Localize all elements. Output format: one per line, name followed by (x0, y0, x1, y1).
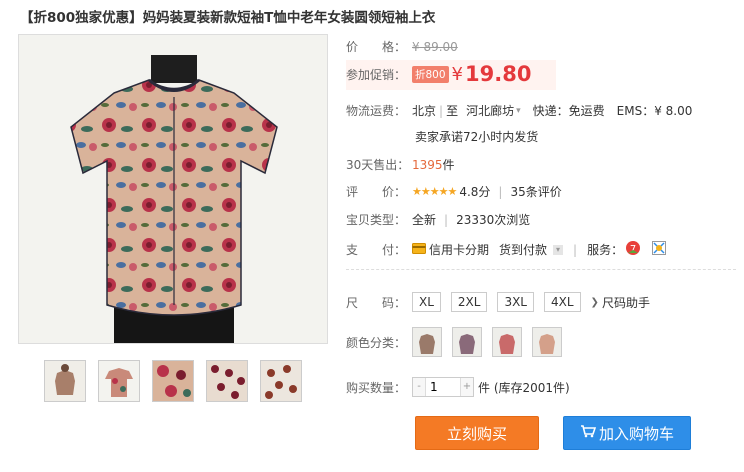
quantity-plus-button[interactable]: + (461, 378, 473, 396)
product-title: 【折800独家优惠】妈妈装夏装新款短袖T恤中老年女装圆领短袖上衣 (20, 6, 435, 26)
color-label: 颜色分类： (346, 335, 407, 350)
quantity-label: 购买数量： (346, 380, 407, 395)
size-helper-link[interactable]: 尺码助手 (602, 294, 650, 311)
thumbnail-4[interactable] (206, 360, 248, 402)
payment-row: 支 付： 信用卡分期 货到付款 ▾ | 服务： 7 (346, 240, 669, 259)
thumbnail-5[interactable] (260, 360, 302, 402)
promotion-label: 参加促销： (346, 67, 407, 82)
color-option-2[interactable] (452, 327, 482, 357)
price-row: 价 格： ¥ 89.00 (346, 38, 458, 55)
item-type-row: 宝贝类型： 全新 | 23330次浏览 (346, 212, 531, 228)
review-count[interactable]: 35条评价 (510, 183, 561, 200)
thumbnail-strip (44, 360, 302, 402)
sales-unit: 件 (442, 158, 455, 172)
quantity-minus-button[interactable]: - (413, 378, 425, 396)
promotion-currency: ¥ (451, 63, 463, 85)
shipping-to: 至 (446, 104, 459, 118)
shipping-destination[interactable]: 河北廊坊 (466, 102, 514, 119)
color-option-1[interactable] (412, 327, 442, 357)
promotion-price: 19.80 (465, 62, 532, 86)
title-promo-tag: 【折800独家优惠】 (20, 10, 143, 26)
shopping-cart-icon (580, 424, 597, 442)
add-to-cart-label: 加入购物车 (598, 424, 674, 443)
payment-label: 支 付： (346, 243, 407, 257)
size-label: 尺 码： (346, 295, 407, 310)
buy-now-button[interactable]: 立刻购买 (415, 416, 539, 450)
shipping-promise-row: 卖家承诺72小时内发货 (415, 128, 538, 145)
shipping-row: 物流运费： 北京 | 至 河北廊坊 ▾ 快递：免运费 EMS：¥ 8.00 (346, 102, 692, 119)
credit-installment[interactable]: 信用卡分期 (429, 241, 489, 258)
shipping-from: 北京 (412, 104, 437, 118)
sales-label: 30天售出： (346, 158, 410, 172)
shipping-sep: | (439, 103, 444, 118)
dropdown-icon[interactable]: ▾ (553, 244, 564, 255)
item-condition: 全新 (412, 213, 437, 227)
item-type-label: 宝贝类型： (346, 213, 407, 227)
size-option-xl[interactable]: XL (412, 292, 441, 312)
rating-label: 评 价： (346, 185, 407, 199)
rating-score: 4.8分 (459, 185, 491, 199)
quantity-input[interactable] (425, 378, 461, 396)
sales-row: 30天售出： 1395 件 (346, 156, 455, 173)
rating-stars-icon: ★★★★★ (412, 185, 457, 198)
promotion-row: 参加促销： 折800 ¥ 19.80 (346, 62, 531, 86)
color-option-3[interactable] (492, 327, 522, 357)
view-count: 23330次浏览 (456, 213, 531, 227)
shipping-promise: 卖家承诺72小时内发货 (415, 130, 539, 144)
sales-count: 1395 (412, 157, 443, 172)
thumbnail-2[interactable] (98, 360, 140, 402)
guarantee-icon[interactable] (652, 241, 667, 258)
svg-text:7: 7 (630, 244, 636, 255)
title-product-name: 妈妈装夏装新款短袖T恤中老年女装圆领短袖上衣 (142, 10, 436, 26)
service-badge-icon[interactable]: 7 (625, 240, 641, 259)
credit-card-icon (412, 242, 426, 257)
express-fee: 快递：免运费 (532, 104, 605, 118)
color-option-4[interactable] (532, 327, 562, 357)
quantity-row: 购买数量： - + 件 (库存2001件) (346, 377, 570, 397)
size-option-3xl[interactable]: 3XL (497, 292, 534, 312)
quantity-stepper: - + (412, 377, 474, 397)
size-row: 尺 码： XL 2XL 3XL 4XL ❯ 尺码助手 (346, 292, 650, 312)
ems-fee: EMS：¥ 8.00 (616, 104, 693, 118)
section-divider (346, 269, 736, 270)
shipping-label: 物流运费： (346, 104, 407, 118)
chevron-right-icon[interactable]: ❯ (591, 297, 599, 308)
size-option-2xl[interactable]: 2XL (450, 292, 488, 312)
chevron-down-icon[interactable]: ▾ (516, 106, 521, 116)
product-main-image[interactable] (18, 34, 328, 344)
thumbnail-1[interactable] (44, 360, 86, 402)
stock-info: 件 (库存2001件) (478, 380, 570, 395)
rating-row: 评 价： ★★★★★ 4.8分 | 35条评价 (346, 183, 562, 200)
cash-on-delivery[interactable]: 货到付款 (499, 241, 547, 258)
thumbnail-3[interactable] (152, 360, 194, 402)
buy-now-label: 立刻购买 (446, 424, 507, 443)
original-price: ¥ 89.00 (412, 39, 458, 54)
service-label: 服务： (587, 243, 624, 257)
size-option-4xl[interactable]: 4XL (544, 292, 581, 312)
add-to-cart-button[interactable]: 加入购物车 (563, 416, 691, 450)
color-row: 颜色分类： (346, 327, 572, 357)
promotion-badge: 折800 (412, 65, 449, 83)
price-label: 价 格： (346, 40, 407, 54)
